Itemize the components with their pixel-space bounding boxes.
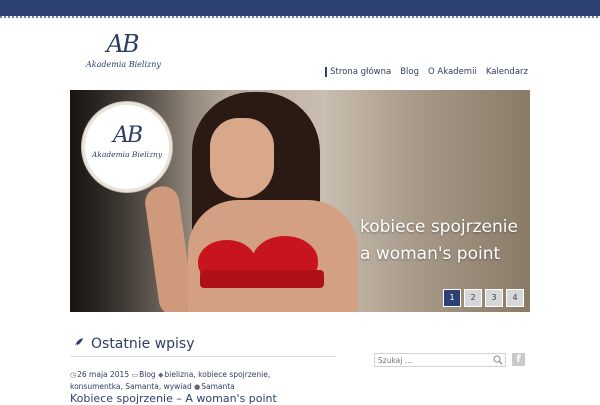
nav-item-kalendarz[interactable]: Kalendarz — [486, 67, 528, 77]
badge-monogram: AB — [112, 123, 143, 148]
post-title-link[interactable]: Kobiece spojrzenie – A woman's point — [70, 392, 277, 405]
post-author[interactable]: Samanta — [201, 382, 235, 391]
hero-logo-badge: AB Akademia Bielizny — [82, 102, 172, 192]
slider-pager: 1 2 3 4 — [440, 289, 524, 307]
pager-button-4[interactable]: 4 — [506, 289, 524, 307]
recent-posts-title: Ostatnie wpisy — [91, 336, 195, 352]
recent-posts-heading: Ostatnie wpisy — [70, 332, 336, 357]
pager-button-1[interactable]: 1 — [443, 289, 461, 307]
hero-caption: kobiece spojrzenie a woman's point — [360, 214, 518, 268]
top-bar — [0, 0, 600, 16]
search-input[interactable] — [378, 354, 488, 366]
pager-button-2[interactable]: 2 — [464, 289, 482, 307]
user-icon: ● — [194, 383, 201, 391]
folder-icon: ▭ — [131, 371, 139, 379]
hero-caption-line1: kobiece spojrzenie — [360, 217, 518, 237]
post-category[interactable]: Blog — [139, 370, 156, 379]
logo-monogram: AB — [106, 30, 140, 58]
post-date[interactable]: 26 maja 2015 — [77, 370, 129, 379]
main-nav: Strona główna Blog O Akademii Kalendarz — [316, 67, 528, 77]
facebook-icon[interactable]: f — [512, 353, 525, 366]
tag-icon: ◆ — [158, 371, 164, 379]
top-bar-border — [0, 16, 600, 18]
hero-caption-line2: a woman's point — [360, 244, 501, 264]
post-meta: ◷26 maja 2015 ▭Blog ◆bielizna, kobiece s… — [70, 369, 302, 393]
nav-item-blog[interactable]: Blog — [400, 67, 419, 77]
pager-button-3[interactable]: 3 — [485, 289, 503, 307]
site-logo[interactable]: AB Akademia Bielizny — [86, 30, 161, 80]
post-tags-continued[interactable]: konsumentka, Samanta, wywiad — [70, 382, 192, 391]
nav-item-o-akademii[interactable]: O Akademii — [428, 67, 477, 77]
hero-bra-band — [200, 270, 324, 288]
post-tags[interactable]: bielizna, kobiece spojrzenie, — [164, 370, 270, 379]
clock-icon: ◷ — [70, 371, 77, 379]
logo-name: Akademia Bielizny — [86, 60, 161, 69]
hero-model-face — [210, 118, 274, 198]
nav-item-strona-glowna[interactable]: Strona główna — [325, 67, 391, 77]
search-box — [374, 353, 506, 367]
quill-icon — [71, 338, 83, 351]
badge-name: Akademia Bielizny — [91, 150, 163, 159]
hero-slider[interactable]: AB Akademia Bielizny kobiece spojrzenie … — [70, 90, 530, 312]
search-icon[interactable] — [493, 355, 503, 365]
